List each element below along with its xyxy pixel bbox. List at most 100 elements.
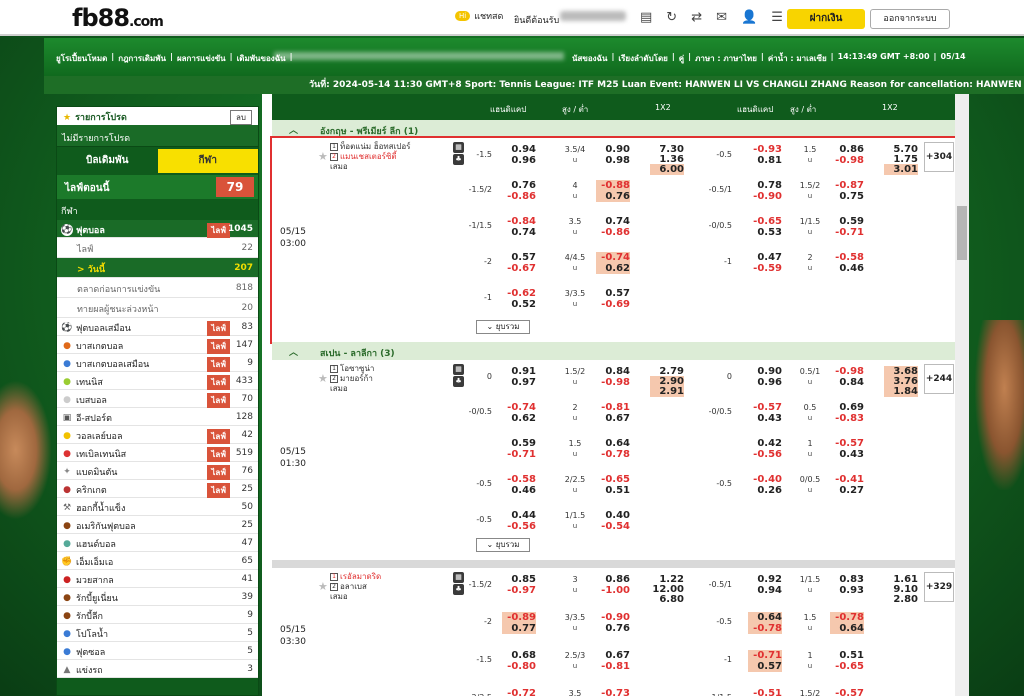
more-markets-button[interactable]: +244 — [924, 364, 954, 394]
odds-cell[interactable]: 0.96 — [748, 377, 782, 388]
odds-cell[interactable]: -0.67 — [502, 263, 536, 274]
odds-cell[interactable]: 0.68 — [502, 650, 536, 661]
1x2-odds-ht[interactable]: 2.80 — [884, 594, 918, 605]
sidebar-item-sport[interactable]: ● เบสบอล ไลฟ์ 70 — [57, 390, 258, 408]
odds-cell[interactable]: 0.76 — [502, 180, 536, 191]
odds-cell[interactable]: 0.81 — [748, 155, 782, 166]
odds-cell[interactable]: 0.62 — [596, 263, 630, 274]
tab-sports[interactable]: กีฬา — [157, 149, 258, 173]
odds-cell[interactable]: 0.91 — [502, 366, 536, 377]
odds-cell[interactable]: -0.97 — [502, 585, 536, 596]
odds-cell[interactable]: -0.81 — [596, 402, 630, 413]
odds-cell[interactable]: -1.00 — [596, 585, 630, 596]
odds-cell[interactable]: -0.73 — [596, 688, 630, 696]
logout-button[interactable]: ออกจากระบบ — [870, 9, 950, 29]
sidebar-item-sport[interactable]: ● เทเบิลเทนนิส ไลฟ์ 519 — [57, 444, 258, 462]
odds-cell[interactable]: -0.78 — [596, 449, 630, 460]
odds-cell[interactable]: -0.74 — [596, 252, 630, 263]
odds-cell[interactable]: -0.41 — [830, 474, 864, 485]
odds-cell[interactable]: -0.90 — [748, 191, 782, 202]
odds-cell[interactable]: 0.52 — [502, 299, 536, 310]
nav-link[interactable]: 05/14 — [940, 52, 965, 65]
odds-cell[interactable]: 0.84 — [596, 366, 630, 377]
sidebar-item-sport[interactable]: ● มวยสากล 41 — [57, 570, 258, 588]
odds-cell[interactable]: -0.98 — [830, 366, 864, 377]
odds-cell[interactable]: -0.90 — [596, 612, 630, 623]
odds-cell[interactable]: 0.78 — [748, 180, 782, 191]
favorite-star-icon[interactable]: ★ — [318, 150, 328, 163]
odds-cell[interactable]: -0.65 — [596, 474, 630, 485]
odds-cell[interactable]: 0.69 — [830, 402, 864, 413]
odds-cell[interactable]: 0.46 — [502, 485, 536, 496]
odds-cell[interactable]: -0.69 — [596, 299, 630, 310]
odds-cell[interactable]: 0.76 — [596, 623, 630, 634]
odds-cell[interactable]: -0.81 — [596, 661, 630, 672]
odds-cell[interactable]: -0.40 — [748, 474, 782, 485]
nav-link[interactable]: ยูโรเปี้ยนโหมด — [56, 52, 107, 65]
odds-cell[interactable]: 0.40 — [596, 510, 630, 521]
sidebar-item-sport[interactable]: ▲ แข่งรถ 3 — [57, 660, 258, 678]
odds-cell[interactable]: 0.51 — [596, 485, 630, 496]
odds-cell[interactable]: -0.56 — [502, 521, 536, 532]
sidebar-item-sport[interactable]: ▣ อี-สปอร์ต 128 — [57, 408, 258, 426]
odds-cell[interactable]: 0.26 — [748, 485, 782, 496]
favorite-star-icon[interactable]: ★ — [318, 372, 328, 385]
odds-cell[interactable]: -0.84 — [502, 216, 536, 227]
scrollbar[interactable] — [955, 94, 969, 696]
odds-cell[interactable]: 0.86 — [830, 144, 864, 155]
odds-cell[interactable]: 0.86 — [596, 574, 630, 585]
odds-cell[interactable]: 0.93 — [830, 585, 864, 596]
1x2-odds[interactable]: 6.00 — [650, 164, 684, 175]
nav-link[interactable]: ค่าน้ำ : มาเลเซีย — [768, 52, 827, 65]
nav-link[interactable]: กฎการเดิมพัน — [118, 52, 166, 65]
more-markets-button[interactable]: +329 — [924, 572, 954, 602]
sidebar-item-sport[interactable]: ● ฟุตซอล 5 — [57, 642, 258, 660]
sidebar-item-sport[interactable]: ⚽ ฟุตบอลเสมือน ไลฟ์ 83 — [57, 318, 258, 336]
odds-cell[interactable]: -0.71 — [502, 449, 536, 460]
odds-cell[interactable]: 0.43 — [830, 449, 864, 460]
1x2-odds[interactable]: 2.91 — [650, 386, 684, 397]
sidebar-item-sport[interactable]: ● บาสเกตบอล ไลฟ์ 147 — [57, 336, 258, 354]
tab-betslip[interactable]: บิลเดิมพัน — [57, 149, 158, 173]
sidebar-item-sport[interactable]: ● รักบี้ลีก 9 — [57, 606, 258, 624]
live-now-row[interactable]: ไลฟ์ตอนนี้ 79 — [57, 175, 258, 199]
odds-cell[interactable]: 0.94 — [502, 144, 536, 155]
odds-cell[interactable]: 0.47 — [748, 252, 782, 263]
odds-cell[interactable]: 0.76 — [596, 191, 630, 202]
promo-icon[interactable]: ✉ — [716, 10, 727, 25]
odds-cell[interactable]: 0.98 — [596, 155, 630, 166]
sidebar-subitem[interactable]: > วันนี้ 207 — [57, 258, 258, 278]
sidebar-item-sport[interactable]: ✊ เอ็มเอ็มเอ 65 — [57, 552, 258, 570]
odds-cell[interactable]: -0.56 — [748, 449, 782, 460]
collapse-button[interactable]: ⌄ ยุบรวม — [476, 320, 530, 334]
odds-cell[interactable]: 0.90 — [748, 366, 782, 377]
sidebar-item-sport[interactable]: ● อเมริกันฟุตบอล 25 — [57, 516, 258, 534]
odds-cell[interactable]: 0.97 — [502, 377, 536, 388]
nav-link[interactable]: เรียงลำดับโดย — [618, 52, 667, 65]
sidebar-item-sport[interactable]: ● บาสเกตบอลเสมือน ไลฟ์ 9 — [57, 354, 258, 372]
transfer-icon[interactable]: ⇄ — [691, 10, 702, 25]
live-chat-button[interactable]: Hi แชทสด — [455, 9, 503, 23]
odds-cell[interactable]: -0.71 — [830, 227, 864, 238]
odds-cell[interactable]: -0.62 — [502, 288, 536, 299]
odds-cell[interactable]: 0.62 — [502, 413, 536, 424]
league-header[interactable]: ︿ สเปน - ลาลีกา (3) — [272, 342, 957, 360]
odds-cell[interactable]: 0.94 — [748, 585, 782, 596]
odds-cell[interactable]: -0.51 — [748, 688, 782, 696]
odds-cell[interactable]: -0.87 — [830, 180, 864, 191]
sidebar-item-sport[interactable]: ● คริกเกต ไลฟ์ 25 — [57, 480, 258, 498]
sidebar-subitem[interactable]: ไลฟ์ 22 — [57, 238, 258, 258]
chevron-up-icon[interactable]: ︿ — [289, 345, 298, 358]
odds-cell[interactable]: 0.84 — [830, 377, 864, 388]
nav-link[interactable]: ผลการแข่งขัน — [177, 52, 226, 65]
odds-cell[interactable]: -0.86 — [596, 227, 630, 238]
odds-cell[interactable]: 0.85 — [502, 574, 536, 585]
odds-cell[interactable]: 0.83 — [830, 574, 864, 585]
nav-link[interactable]: 14:13:49 GMT +8:00 — [838, 52, 930, 65]
sidebar-subitem[interactable]: ทายผลผู้ชนะล่วงหน้า 20 — [57, 298, 258, 318]
odds-cell[interactable]: 0.53 — [748, 227, 782, 238]
odds-cell[interactable]: 0.51 — [830, 650, 864, 661]
odds-cell[interactable]: 0.67 — [596, 650, 630, 661]
nav-link[interactable]: นัสของฉัน — [572, 52, 607, 65]
odds-cell[interactable]: 0.90 — [596, 144, 630, 155]
